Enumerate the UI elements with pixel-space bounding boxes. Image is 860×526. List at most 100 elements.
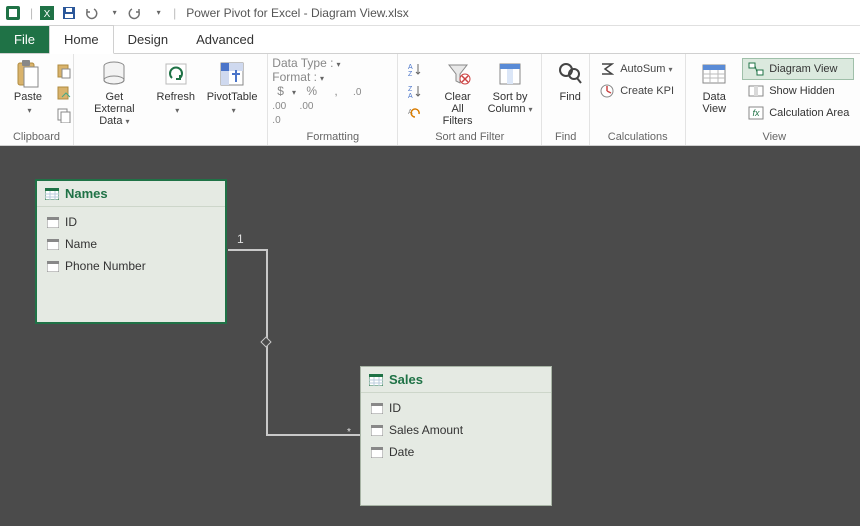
quick-access-toolbar: X <box>37 3 169 23</box>
field-names-id[interactable]: ID <box>37 211 225 233</box>
get-external-data-label-bottom: Data <box>99 115 129 127</box>
column-icon <box>47 239 59 250</box>
pivottable-button[interactable]: PivotTable <box>201 56 263 116</box>
field-label: Name <box>65 237 97 251</box>
diagram-view-label: Diagram View <box>769 63 837 75</box>
field-sales-date[interactable]: Date <box>361 441 551 463</box>
get-external-data-button[interactable]: Get External Data <box>78 56 151 127</box>
paste-icon <box>13 59 43 89</box>
field-label: ID <box>389 401 401 415</box>
field-label: Phone Number <box>65 259 146 273</box>
group-find: Find Find <box>542 54 590 145</box>
save-icon[interactable] <box>59 3 79 23</box>
diagram-view-button[interactable]: Diagram View <box>742 58 854 80</box>
ribbon: Paste Clipboard Get External Data <box>0 54 860 146</box>
chevron-down-icon <box>172 103 179 116</box>
relationship-arrow-icon <box>260 336 271 347</box>
clear-sort-button[interactable]: A <box>406 102 428 124</box>
undo-dropdown-icon[interactable] <box>103 3 123 23</box>
clipboard-small-buttons <box>52 56 76 128</box>
create-kpi-button[interactable]: Create KPI <box>598 80 674 102</box>
undo-icon[interactable] <box>81 3 101 23</box>
show-hidden-button[interactable]: Show Hidden <box>742 80 854 102</box>
group-view: Data View Diagram View Show Hidden fx Ca… <box>686 54 860 145</box>
separator: | <box>173 6 176 20</box>
field-names-phone[interactable]: Phone Number <box>37 255 225 277</box>
currency-button[interactable]: $ <box>277 84 284 98</box>
group-label-blank <box>78 130 263 145</box>
group-calculations: AutoSum Create KPI Calculations <box>590 54 686 145</box>
group-sort-filter: AZ ZA A Clear All Filters Sort by Column… <box>398 54 542 145</box>
redo-icon[interactable] <box>125 3 145 23</box>
clear-all-filters-button[interactable]: Clear All Filters <box>432 56 483 127</box>
relationship-line[interactable] <box>228 249 268 251</box>
data-view-button[interactable]: Data View <box>690 56 738 115</box>
show-hidden-icon <box>747 84 765 98</box>
column-icon <box>47 217 59 228</box>
paste-append-icon[interactable] <box>56 60 72 82</box>
data-view-label-top: Data <box>703 91 726 103</box>
table-names-title: Names <box>65 186 108 201</box>
table-sales-fields: ID Sales Amount Date <box>361 393 551 473</box>
sigma-icon <box>598 62 616 76</box>
calculation-area-icon: fx <box>747 106 765 120</box>
redo-dropdown-icon[interactable] <box>147 3 167 23</box>
group-getdata: Get External Data Refresh PivotTable <box>74 54 268 145</box>
ribbon-tabs: File Home Design Advanced <box>0 26 860 54</box>
table-sales-header[interactable]: Sales <box>361 367 551 393</box>
table-names-fields: ID Name Phone Number <box>37 207 225 287</box>
tab-design[interactable]: Design <box>114 26 182 53</box>
relationship-line[interactable] <box>266 434 360 436</box>
field-sales-amount[interactable]: Sales Amount <box>361 419 551 441</box>
column-icon <box>47 261 59 272</box>
clear-filters-label-bottom: Filters <box>443 115 473 127</box>
chevron-down-icon <box>665 63 672 75</box>
chevron-down-icon <box>289 84 296 98</box>
sort-by-column-button[interactable]: Sort by Column <box>483 56 537 115</box>
chevron-down-icon <box>24 103 31 116</box>
data-type-dropdown[interactable]: Data Type : <box>272 56 340 70</box>
create-kpi-label: Create KPI <box>620 85 674 97</box>
calculation-area-button[interactable]: fx Calculation Area <box>742 102 854 124</box>
relationship-cardinality-many: * <box>347 427 351 438</box>
relationship-cardinality-one: 1 <box>237 232 244 246</box>
sort-asc-icon: AZ <box>406 62 424 76</box>
table-sales-title: Sales <box>389 372 423 387</box>
sort-by-column-label-top: Sort by <box>493 91 528 103</box>
percent-button[interactable]: % <box>306 84 317 98</box>
paste-button[interactable]: Paste <box>4 56 52 116</box>
sort-asc-button[interactable]: AZ <box>406 58 428 80</box>
sort-by-column-icon <box>495 59 525 89</box>
column-icon <box>371 447 383 458</box>
table-names-header[interactable]: Names <box>37 181 225 207</box>
tab-advanced[interactable]: Advanced <box>182 26 268 53</box>
refresh-button[interactable]: Refresh <box>151 56 201 116</box>
field-label: Date <box>389 445 414 459</box>
diagram-canvas[interactable]: 1 * Names ID Name Phone Number Sales <box>0 146 860 526</box>
get-external-data-label-top: Get External <box>84 91 145 115</box>
pivottable-label: PivotTable <box>207 91 258 103</box>
table-icon <box>369 374 383 386</box>
copy-icon[interactable] <box>56 104 72 126</box>
database-icon <box>99 59 129 89</box>
format-dropdown[interactable]: Format : <box>272 70 324 84</box>
field-names-name[interactable]: Name <box>37 233 225 255</box>
field-sales-id[interactable]: ID <box>361 397 551 419</box>
tab-file[interactable]: File <box>0 26 49 53</box>
diagram-view-icon <box>747 62 765 76</box>
autosum-button[interactable]: AutoSum <box>598 58 674 80</box>
table-names[interactable]: Names ID Name Phone Number <box>35 179 227 324</box>
svg-text:fx: fx <box>753 108 761 118</box>
clear-filters-icon <box>443 59 473 89</box>
table-sales[interactable]: Sales ID Sales Amount Date <box>360 366 552 506</box>
tab-home[interactable]: Home <box>49 25 114 54</box>
clear-filters-label-top: Clear All <box>438 91 477 115</box>
svg-text:X: X <box>44 9 51 20</box>
comma-button[interactable]: , <box>334 84 337 98</box>
paste-label: Paste <box>14 91 42 103</box>
paste-replace-icon[interactable] <box>56 82 72 104</box>
show-hidden-label: Show Hidden <box>769 85 834 97</box>
sort-desc-button[interactable]: ZA <box>406 80 428 102</box>
find-button[interactable]: Find <box>546 56 594 103</box>
separator: | <box>30 6 33 20</box>
